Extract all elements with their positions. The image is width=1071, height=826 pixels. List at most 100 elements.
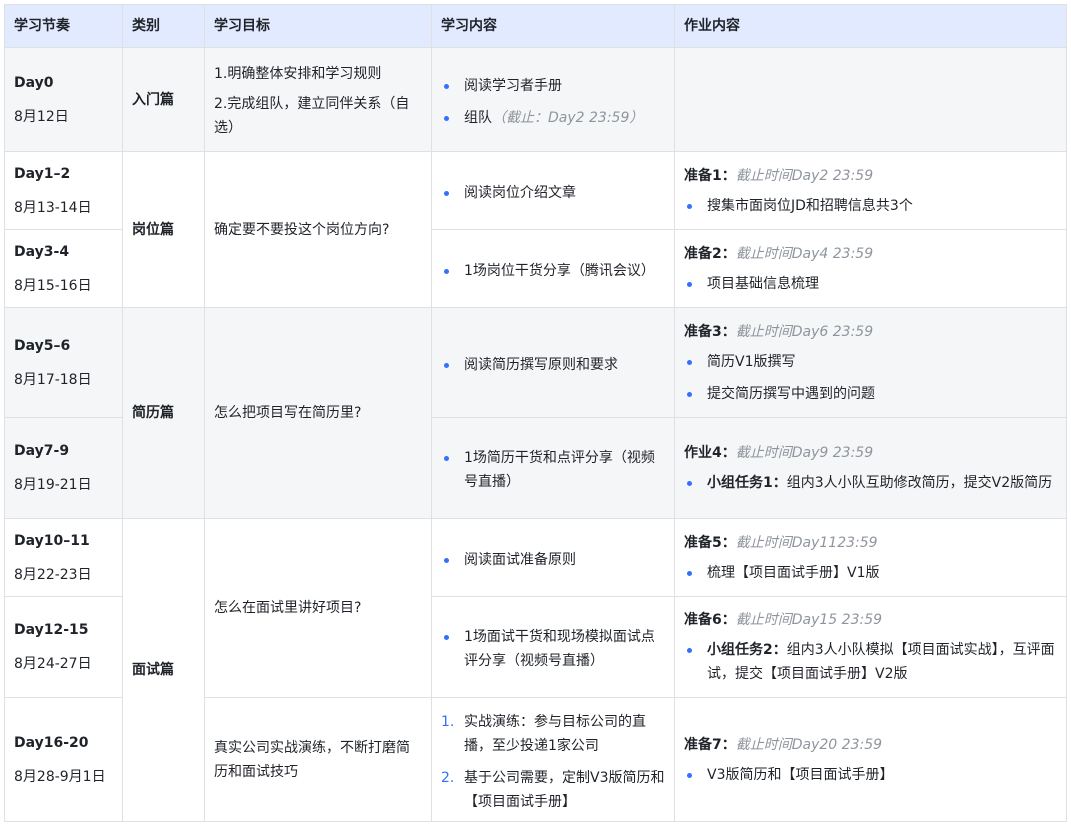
- category-cell: 简历篇: [122, 307, 205, 519]
- goal-cell: 真实公司实战演练，不断打磨简历和面试技巧: [204, 697, 432, 822]
- content-item: 组队（截止：Day2 23:59）: [441, 106, 665, 130]
- content-cell: 1. 实战演练：参与目标公司的直播，至少投递1家公司 2. 基于公司需要，定制V3版…: [431, 697, 675, 822]
- content-item: 阅读简历撰写原则和要求: [441, 353, 665, 377]
- table-row: Day0 8月12日 入门篇 1.明确整体安排和学习规则 2.完成组队，建立同伴…: [4, 47, 1067, 152]
- content-cell: 阅读岗位介绍文章: [431, 151, 675, 230]
- goal-cell: 怎么在面试里讲好项目?: [204, 518, 432, 698]
- date-label: 8月17-18日: [14, 371, 92, 388]
- content-cell: 1场面试干货和现场模拟面试点评分享（视频号直播）: [431, 596, 675, 698]
- homework-cell: 准备6：截止时间Day15 23:59 小组任务2：组内3人小队模拟【项目面试实…: [674, 596, 1067, 698]
- content-cell: 1场岗位干货分享（腾讯会议）: [431, 229, 675, 308]
- content-item: 1场面试干货和现场模拟面试点评分享（视频号直播）: [441, 625, 665, 673]
- category-cell: 岗位篇: [122, 151, 205, 308]
- homework-cell: [674, 47, 1067, 152]
- date-label: 8月13-14日: [14, 199, 92, 216]
- homework-label: 准备2：: [684, 245, 736, 262]
- day-cell: Day0 8月12日: [4, 47, 123, 152]
- homework-deadline: 截止时间Day9 23:59: [735, 445, 874, 461]
- date-label: 8月24-27日: [14, 656, 92, 672]
- content-item: 阅读学习者手册: [441, 74, 665, 98]
- date-label: 8月19-21日: [14, 477, 92, 493]
- homework-label: 准备6：: [684, 612, 736, 628]
- category-cell: 面试篇: [122, 518, 205, 822]
- day-label: Day1–2: [14, 165, 71, 182]
- day-label: Day10–11: [14, 532, 90, 549]
- header-content: 学习内容: [431, 4, 675, 48]
- homework-title: 准备7：截止时间Day20 23:59: [684, 733, 1057, 757]
- goal-cell: 1.明确整体安排和学习规则 2.完成组队，建立同伴关系（自选）: [204, 47, 432, 152]
- content-item: 阅读岗位介绍文章: [441, 181, 665, 205]
- goal-cell: 怎么把项目写在简历里?: [204, 307, 432, 519]
- homework-title: 准备3：截止时间Day6 23:59: [684, 320, 1057, 344]
- homework-cell: 作业4：截止时间Day9 23:59 小组任务1：组内3人小队互助修改简历，提交…: [674, 417, 1067, 519]
- goal-item: 2.完成组队，建立同伴关系（自选）: [214, 95, 410, 136]
- table-row: Day1–2 8月13-14日 岗位篇 确定要不要投这个岗位方向? 阅读岗位介绍…: [4, 151, 1067, 308]
- content-cell: 阅读面试准备原则: [431, 518, 675, 597]
- homework-cell: 准备5：截止时间Day1123:59 梳理【项目面试手册】V1版: [674, 518, 1067, 597]
- goal-item: 1.明确整体安排和学习规则: [214, 65, 382, 82]
- day-label: Day7-9: [14, 443, 70, 459]
- content-item: 1场简历干货和点评分享（视频号直播）: [441, 446, 665, 494]
- homework-title: 准备2：截止时间Day4 23:59: [684, 242, 1057, 266]
- header-rhythm: 学习节奏: [4, 4, 123, 48]
- homework-item: 小组任务2：组内3人小队模拟【项目面试实战】，互评面试，提交【项目面试手册】V2…: [684, 638, 1057, 686]
- content-cell: 1场简历干货和点评分享（视频号直播）: [431, 417, 675, 519]
- date-label: 8月12日: [14, 108, 69, 125]
- header-category: 类别: [122, 4, 205, 48]
- content-item: 1场岗位干货分享（腾讯会议）: [441, 259, 665, 283]
- day-label: Day3-4: [14, 243, 70, 260]
- date-label: 8月22-23日: [14, 566, 92, 583]
- day-cell: Day12-15 8月24-27日: [4, 596, 123, 698]
- homework-label: 准备1：: [684, 167, 736, 184]
- homework-label: 作业4：: [684, 445, 736, 461]
- homework-label: 准备7：: [684, 736, 736, 753]
- homework-title: 准备5：截止时间Day1123:59: [684, 531, 1057, 555]
- homework-deadline: 截止时间Day6 23:59: [735, 323, 874, 340]
- homework-cell: 准备7：截止时间Day20 23:59 V3版简历和【项目面试手册】: [674, 697, 1067, 822]
- study-schedule-table: 学习节奏 类别 学习目标 学习内容 作业内容 Day0 8月12日 入门篇 1.…: [4, 4, 1067, 822]
- homework-cell: 准备3：截止时间Day6 23:59 简历V1版撰写 提交简历撰写中遇到的问题: [674, 307, 1067, 418]
- group-task-label: 小组任务1：: [707, 475, 787, 491]
- homework-item: 项目基础信息梳理: [684, 272, 1057, 296]
- item-number: 1.: [441, 713, 455, 730]
- day-label: Day0: [14, 74, 54, 91]
- content-cell: 阅读学习者手册 组队（截止：Day2 23:59）: [431, 47, 675, 152]
- item-number: 2.: [441, 769, 455, 786]
- content-item: 阅读面试准备原则: [441, 548, 665, 572]
- day-label: Day12-15: [14, 622, 89, 638]
- content-item: 1. 实战演练：参与目标公司的直播，至少投递1家公司: [441, 710, 665, 758]
- homework-deadline: 截止时间Day4 23:59: [735, 245, 874, 262]
- category-cell: 入门篇: [122, 47, 205, 152]
- homework-item: 提交简历撰写中遇到的问题: [684, 382, 1057, 406]
- goal-cell: 确定要不要投这个岗位方向?: [204, 151, 432, 308]
- homework-title: 准备6：截止时间Day15 23:59: [684, 608, 1057, 632]
- content-text: 组队: [464, 109, 492, 126]
- homework-item: 小组任务1：组内3人小队互助修改简历，提交V2版简历: [684, 471, 1057, 495]
- header-goal: 学习目标: [204, 4, 432, 48]
- homework-label: 准备3：: [684, 323, 736, 340]
- homework-deadline: 截止时间Day15 23:59: [735, 612, 883, 628]
- day-cell: Day10–11 8月22-23日: [4, 518, 123, 597]
- date-label: 8月15-16日: [14, 277, 92, 294]
- day-cell: Day1–2 8月13-14日: [4, 151, 123, 230]
- content-text: 基于公司需要，定制V3版简历和【项目面试手册】: [464, 769, 665, 810]
- group-task-text: 组内3人小队互助修改简历，提交V2版简历: [786, 475, 1053, 491]
- homework-item: 简历V1版撰写: [684, 350, 1057, 374]
- day-cell: Day3-4 8月15-16日: [4, 229, 123, 308]
- day-label: Day5–6: [14, 337, 71, 354]
- homework-item: V3版简历和【项目面试手册】: [684, 763, 1057, 787]
- day-cell: Day16-20 8月28-9月1日: [4, 697, 123, 822]
- group-task-label: 小组任务2：: [707, 642, 787, 658]
- homework-title: 作业4：截止时间Day9 23:59: [684, 441, 1057, 465]
- homework-cell: 准备2：截止时间Day4 23:59 项目基础信息梳理: [674, 229, 1067, 308]
- homework-cell: 准备1：截止时间Day2 23:59 搜集市面岗位JD和招聘信息共3个: [674, 151, 1067, 230]
- homework-label: 准备5：: [684, 534, 736, 551]
- header-homework: 作业内容: [674, 4, 1067, 48]
- content-item: 2. 基于公司需要，定制V3版简历和【项目面试手册】: [441, 766, 665, 814]
- date-label: 8月28-9月1日: [14, 768, 106, 785]
- content-cell: 阅读简历撰写原则和要求: [431, 307, 675, 418]
- day-label: Day16-20: [14, 734, 89, 751]
- header-row: 学习节奏 类别 学习目标 学习内容 作业内容: [4, 4, 1067, 48]
- homework-title: 准备1：截止时间Day2 23:59: [684, 164, 1057, 188]
- homework-item: 搜集市面岗位JD和招聘信息共3个: [684, 194, 1057, 218]
